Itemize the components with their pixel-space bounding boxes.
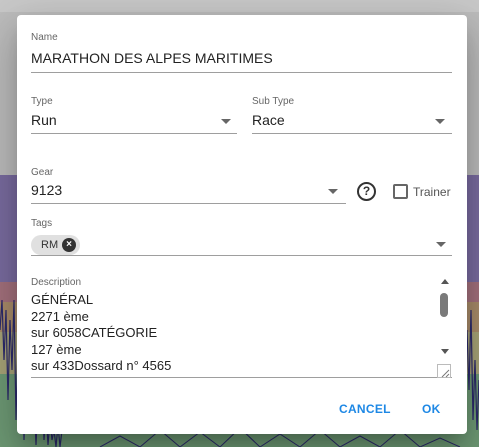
ok-button[interactable]: OK [422,402,441,416]
description-underline [31,377,452,378]
name-input[interactable]: MARATHON DES ALPES MARITIMES [31,50,273,66]
sub-type-underline [252,133,452,134]
edit-activity-dialog: Name MARATHON DES ALPES MARITIMES Type R… [17,15,467,434]
description-label: Description [31,277,82,288]
gear-chevron-down-icon [328,189,338,194]
trainer-label: Trainer [413,185,451,199]
type-chevron-down-icon [221,119,231,124]
cancel-button[interactable]: CANCEL [339,402,391,416]
resize-grip [441,369,450,378]
description-line: 2271 ème [31,308,89,324]
description-line: sur 6058CATÉGORIE [31,325,158,341]
tags-underline [31,255,452,256]
trainer-checkbox[interactable] [393,184,408,199]
sub-type-label: Sub Type [252,96,295,107]
description-textarea[interactable]: GÉNÉRAL 2271 ème sur 6058CATÉGORIE 127 è… [31,292,431,376]
tag-chip[interactable]: RM × [31,235,80,255]
name-label: Name [31,32,58,43]
type-select[interactable]: Type Run [31,96,237,134]
tags-chevron-down-icon [436,242,446,247]
name-underline [31,72,452,73]
close-circle-icon[interactable]: × [62,238,76,252]
scroll-up-icon[interactable] [441,279,449,284]
name-field[interactable]: Name MARATHON DES ALPES MARITIMES [31,32,452,74]
description-line: 127 ème [31,341,82,357]
tags-select[interactable]: Tags RM × [31,218,452,256]
tags-label: Tags [31,218,53,229]
description-scrollbar-thumb[interactable] [440,293,448,317]
type-label: Type [31,96,53,107]
type-value: Run [31,112,57,128]
gear-label: Gear [31,167,54,178]
tag-chip-label: RM [41,239,59,251]
scroll-down-icon[interactable] [441,349,449,354]
type-underline [31,133,237,134]
gear-select[interactable]: Gear 9123 [31,167,346,205]
description-line: sur 433Dossard n° 4565 [31,358,172,374]
gear-underline [31,203,346,204]
description-line: GÉNÉRAL [31,292,94,307]
sub-type-chevron-down-icon [435,119,445,124]
gear-value: 9123 [31,182,63,198]
help-icon[interactable]: ? [357,182,376,201]
resize-handle-icon[interactable] [437,364,451,378]
sub-type-value: Race [252,112,285,128]
sub-type-select[interactable]: Sub Type Race [252,96,452,134]
